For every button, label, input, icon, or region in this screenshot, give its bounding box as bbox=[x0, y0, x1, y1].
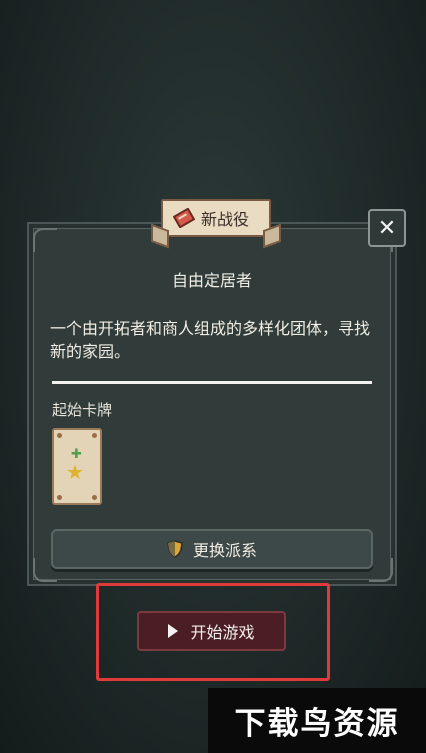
scroll-icon bbox=[173, 208, 195, 228]
panel-corner-ornament bbox=[33, 228, 57, 252]
banner-title: 新战役 bbox=[201, 210, 250, 229]
start-game-button[interactable]: 开始游戏 bbox=[137, 611, 286, 651]
faction-title: 自由定居者 bbox=[171, 271, 252, 290]
faction-description: 一个由开拓者和商人组成的多样化团体，寻找新的家园。 bbox=[50, 319, 371, 361]
divider bbox=[52, 381, 372, 384]
watermark: 下载鸟资源 bbox=[208, 688, 426, 753]
change-faction-button[interactable]: 更换派系 bbox=[51, 529, 373, 569]
change-faction-label: 更换派系 bbox=[192, 541, 257, 560]
card-corner-pip bbox=[92, 495, 97, 500]
new-campaign-banner: 新战役 bbox=[151, 199, 281, 249]
start-game-label: 开始游戏 bbox=[190, 623, 255, 642]
starting-cards-label: 起始卡牌 bbox=[52, 401, 113, 419]
close-button[interactable]: ✕ bbox=[368, 209, 406, 247]
close-icon: ✕ bbox=[377, 215, 397, 241]
starting-card[interactable]: ✚ ★ bbox=[52, 428, 102, 505]
watermark-text: 下载鸟资源 bbox=[234, 706, 400, 742]
shield-icon bbox=[167, 540, 183, 558]
star-icon: ★ bbox=[66, 460, 84, 484]
card-corner-pip bbox=[57, 495, 62, 500]
card-corner-pip bbox=[92, 433, 97, 438]
card-corner-pip bbox=[57, 433, 62, 438]
play-icon bbox=[168, 624, 179, 638]
